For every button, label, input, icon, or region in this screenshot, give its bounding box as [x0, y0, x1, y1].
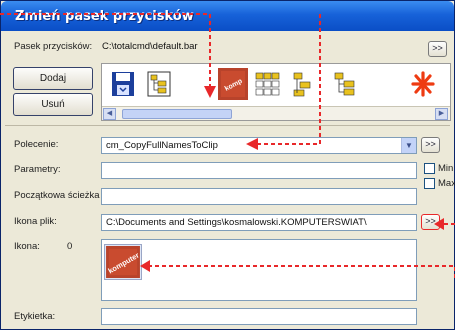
arrow-to-blank-slot	[0, 13, 211, 88]
arrowhead-left-browse	[434, 218, 444, 230]
arrow-to-command	[258, 14, 321, 145]
arrowhead-left-command	[246, 138, 258, 150]
arrowhead-left-icon	[140, 260, 150, 272]
annotation-arrows	[0, 13, 455, 278]
arrow-to-icon	[150, 265, 455, 278]
arrowhead-down	[204, 86, 216, 98]
